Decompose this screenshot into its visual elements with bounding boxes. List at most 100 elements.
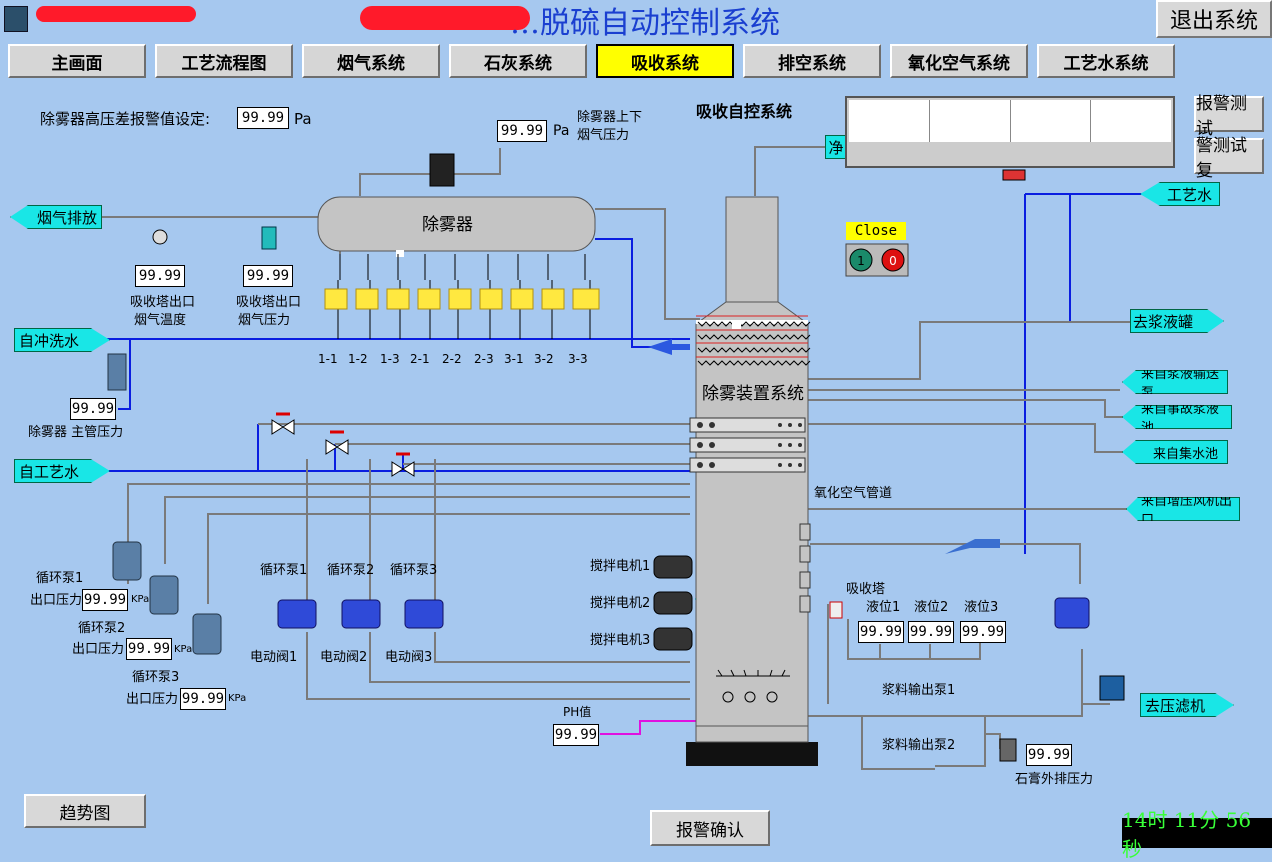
- level2-value: 99.99: [908, 621, 954, 643]
- demister-pressure-label2: 烟气压力: [577, 128, 630, 143]
- logo-icon: [4, 6, 28, 32]
- mixer-label: 搅拌电机2: [590, 596, 651, 611]
- air-arrow-icon: [945, 539, 1000, 554]
- absorber-level-title: 吸收塔: [846, 582, 886, 597]
- circ-pump2-unit: KPa: [174, 644, 193, 655]
- flush-water-tag: 自冲洗水: [14, 328, 110, 352]
- valve-label: 3-1: [504, 352, 524, 366]
- tab-drain[interactable]: 排空系统: [743, 44, 881, 78]
- alarm-setting-unit: Pa: [294, 110, 312, 128]
- valve-motor-label: 电动阀2: [320, 650, 368, 665]
- tab-lime[interactable]: 石灰系统: [449, 44, 587, 78]
- circ-pump1-unit: KPa: [131, 594, 150, 605]
- ph-value: 99.99: [553, 724, 599, 746]
- start-button[interactable]: 1: [850, 250, 872, 272]
- valve-label: 2-1: [410, 352, 430, 366]
- circ-pump3-value: 99.99: [180, 688, 226, 710]
- mixer-label: 搅拌电机3: [590, 633, 651, 648]
- alarm-setting-value[interactable]: 99.99: [237, 107, 289, 129]
- tab-process-flow[interactable]: 工艺流程图: [155, 44, 293, 78]
- redacted-company-name: [36, 6, 196, 22]
- circ-pump2-value: 99.99: [126, 638, 172, 660]
- outlet-temp-value: 99.99: [135, 265, 185, 287]
- tab-oxidation-air[interactable]: 氧化空气系统: [890, 44, 1028, 78]
- alarm-confirm-button[interactable]: 报警确认: [650, 810, 770, 846]
- demist-system-label: 除雾装置系统: [702, 384, 804, 404]
- alarm-setting-label: 除雾器高压差报警值设定:: [40, 110, 211, 128]
- circ-pump2-label1: 循环泵2: [78, 621, 126, 636]
- slurry-pump-label: 浆料输出泵2: [882, 738, 956, 753]
- page-title-text: …脱硫自动控制系统: [510, 6, 780, 41]
- flue-exhaust-tag: 烟气排放: [10, 205, 102, 229]
- circ-pump3-unit: KPa: [228, 693, 247, 704]
- pump-label: 循环泵1: [260, 563, 308, 578]
- to-filter-tag: 去压滤机: [1140, 693, 1234, 717]
- circ-pump3-label1: 循环泵3: [132, 670, 180, 685]
- pump-label: 循环泵3: [390, 563, 438, 578]
- valve-label: 2-2: [442, 352, 462, 366]
- circ-pump1-label2: 出口压力: [30, 593, 83, 608]
- tab-flue-gas[interactable]: 烟气系统: [302, 44, 440, 78]
- demister-pressure-unit: Pa: [553, 123, 570, 139]
- from-booster-fan-tag: 来自增压风机出口: [1126, 497, 1240, 521]
- circ-pump3-label2: 出口压力: [126, 692, 179, 707]
- main-pipe-pressure-value: 99.99: [70, 398, 116, 420]
- valve-label: 3-2: [534, 352, 554, 366]
- status-cell: [1011, 100, 1092, 142]
- oxidation-air-pipe-label: 氧化空气管道: [814, 486, 893, 501]
- process-diagram: [100, 146, 1145, 770]
- valve-label: 1-3: [380, 352, 400, 366]
- top-tag: 净: [825, 135, 847, 159]
- slurry-pump-label: 浆料输出泵1: [882, 683, 956, 698]
- demister-pressure-label1: 除雾器上下: [577, 110, 643, 125]
- flow-arrow-icon: [648, 339, 690, 355]
- clock-display: 14时 11分 56 秒: [1122, 808, 1272, 861]
- tab-absorption[interactable]: 吸收系统: [596, 44, 734, 78]
- stop-button[interactable]: 0: [882, 250, 904, 272]
- section-title: 吸收自控系统: [696, 102, 793, 121]
- valve-motor-label: 电动阀3: [385, 650, 433, 665]
- to-slurry-tank-tag: 去浆液罐: [1130, 309, 1224, 333]
- from-sump-tag: 来自集水池: [1122, 440, 1228, 464]
- mixer-label: 搅拌电机1: [590, 559, 651, 574]
- ph-label: PH值: [563, 705, 592, 719]
- close-indicator: Close: [846, 222, 906, 240]
- level-label: 液位2: [914, 600, 949, 615]
- circ-pump2-label2: 出口压力: [72, 642, 125, 657]
- from-accident-pool-tag: 来自事故浆液池: [1122, 405, 1232, 429]
- trend-button[interactable]: 趋势图: [24, 794, 146, 828]
- outlet-temp-label1: 吸收塔出口: [130, 295, 196, 310]
- circ-pump1-value: 99.99: [82, 589, 128, 611]
- tab-main[interactable]: 主画面: [8, 44, 146, 78]
- status-cell: [930, 100, 1011, 142]
- tab-process-water[interactable]: 工艺水系统: [1037, 44, 1175, 78]
- from-slurry-pump-tag: 来自浆液输送泵: [1122, 370, 1228, 394]
- gypsum-pressure-value: 99.99: [1026, 744, 1072, 766]
- valve-label: 2-3: [474, 352, 494, 366]
- outlet-pressure-label2: 烟气压力: [238, 313, 291, 328]
- valve-label: 3-3: [568, 352, 588, 366]
- level-label: 液位1: [866, 600, 901, 615]
- demister-pressure-value: 99.99: [497, 120, 547, 142]
- exit-button[interactable]: 退出系统: [1156, 0, 1272, 38]
- pump-label: 循环泵2: [327, 563, 375, 578]
- alarm-reset-button[interactable]: 警测试复: [1194, 136, 1264, 181]
- page-title: 灭了焦燥气…脱硫自动控制系统: [360, 0, 780, 42]
- demister-label: 除雾器: [422, 215, 473, 235]
- level3-value: 99.99: [960, 621, 1006, 643]
- circ-pump1-label1: 循环泵1: [36, 571, 84, 586]
- status-cell: [849, 100, 930, 142]
- outlet-pressure-label1: 吸收塔出口: [236, 295, 302, 310]
- gypsum-pressure-label: 石膏外排压力: [1015, 772, 1094, 787]
- valve-label: 1-2: [348, 352, 368, 366]
- valve-label: 1-1: [318, 352, 338, 366]
- process-water-in-tag: 自工艺水: [14, 459, 110, 483]
- status-cell: [1091, 100, 1171, 142]
- outlet-pressure-value: 99.99: [243, 265, 293, 287]
- outlet-temp-label2: 烟气温度: [134, 313, 187, 328]
- alarm-test-button[interactable]: 报警测试: [1194, 94, 1264, 139]
- level1-value: 99.99: [858, 621, 904, 643]
- valve-motor-label: 电动阀1: [250, 650, 298, 665]
- main-pipe-pressure-label: 除雾器 主管压力: [28, 425, 124, 440]
- level-label: 液位3: [964, 600, 999, 615]
